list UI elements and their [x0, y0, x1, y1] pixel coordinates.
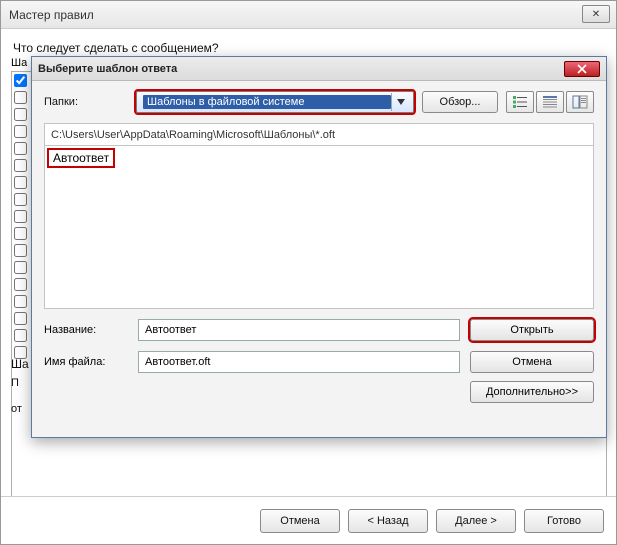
checklist-checkbox[interactable]: [14, 329, 27, 342]
checklist-checkbox[interactable]: [14, 159, 27, 172]
checklist-checkbox[interactable]: [14, 142, 27, 155]
select-template-dialog: Выберите шаблон ответа Папки: Шаблоны в …: [31, 56, 607, 438]
checklist-checkbox[interactable]: [14, 244, 27, 257]
details-icon: [542, 95, 558, 109]
back-button[interactable]: < Назад: [348, 509, 428, 533]
close-icon: ✕: [592, 9, 600, 20]
cancel-button[interactable]: Отмена: [260, 509, 340, 533]
view-buttons: [506, 91, 594, 113]
view-details-button[interactable]: [536, 91, 564, 113]
filename-input[interactable]: [138, 351, 460, 373]
folders-label: Папки:: [44, 96, 128, 108]
outer-close-button[interactable]: ✕: [582, 5, 610, 23]
close-icon: [577, 64, 587, 74]
outer-window-title: Мастер правил: [9, 8, 94, 22]
folders-selected-text: Шаблоны в файловой системе: [143, 95, 391, 109]
checklist-checkbox[interactable]: [14, 278, 27, 291]
modal-titlebar: Выберите шаблон ответа: [32, 57, 606, 81]
checklist-checkbox[interactable]: [14, 193, 27, 206]
checklist-checkbox[interactable]: [14, 312, 27, 325]
checklist-checkbox[interactable]: [14, 295, 27, 308]
filename-label: Имя файла:: [44, 356, 128, 368]
name-input[interactable]: [138, 319, 460, 341]
combo-dropdown-button[interactable]: [391, 93, 409, 111]
folders-combobox[interactable]: Шаблоны в файловой системе: [136, 91, 414, 113]
preview-icon: [572, 95, 588, 109]
modal-close-button[interactable]: [564, 61, 600, 77]
modal-body: Папки: Шаблоны в файловой системе Обзор.…: [32, 81, 606, 413]
checklist-checkbox[interactable]: [14, 176, 27, 189]
next-button[interactable]: Далее >: [436, 509, 516, 533]
checklist-checkbox[interactable]: [14, 125, 27, 138]
outer-titlebar: Мастер правил ✕: [1, 1, 616, 29]
file-item-autoreply[interactable]: Автоответ: [49, 150, 113, 166]
modal-title: Выберите шаблон ответа: [38, 63, 177, 75]
list-icon: [512, 95, 528, 109]
browse-button[interactable]: Обзор...: [422, 91, 498, 113]
checklist-checkbox[interactable]: [14, 91, 27, 104]
checklist-checkbox[interactable]: [14, 227, 27, 240]
advanced-button[interactable]: Дополнительно>>: [470, 381, 594, 403]
checklist-checkbox[interactable]: [14, 261, 27, 274]
file-list-pane[interactable]: Автоответ: [44, 145, 594, 309]
view-list-button[interactable]: [506, 91, 534, 113]
checklist-checkbox[interactable]: [14, 74, 27, 87]
modal-cancel-button[interactable]: Отмена: [470, 351, 594, 373]
view-preview-button[interactable]: [566, 91, 594, 113]
open-button[interactable]: Открыть: [470, 319, 594, 341]
checklist-checkbox[interactable]: [14, 108, 27, 121]
rules-wizard-window: Мастер правил ✕ Что следует сделать с со…: [0, 0, 617, 545]
chevron-down-icon: [397, 99, 405, 105]
name-label: Название:: [44, 324, 128, 336]
wizard-footer: Отмена < Назад Далее > Готово: [1, 496, 616, 544]
checklist-checkbox[interactable]: [14, 210, 27, 223]
path-display: C:\Users\User\AppData\Roaming\Microsoft\…: [44, 123, 594, 145]
finish-button[interactable]: Готово: [524, 509, 604, 533]
